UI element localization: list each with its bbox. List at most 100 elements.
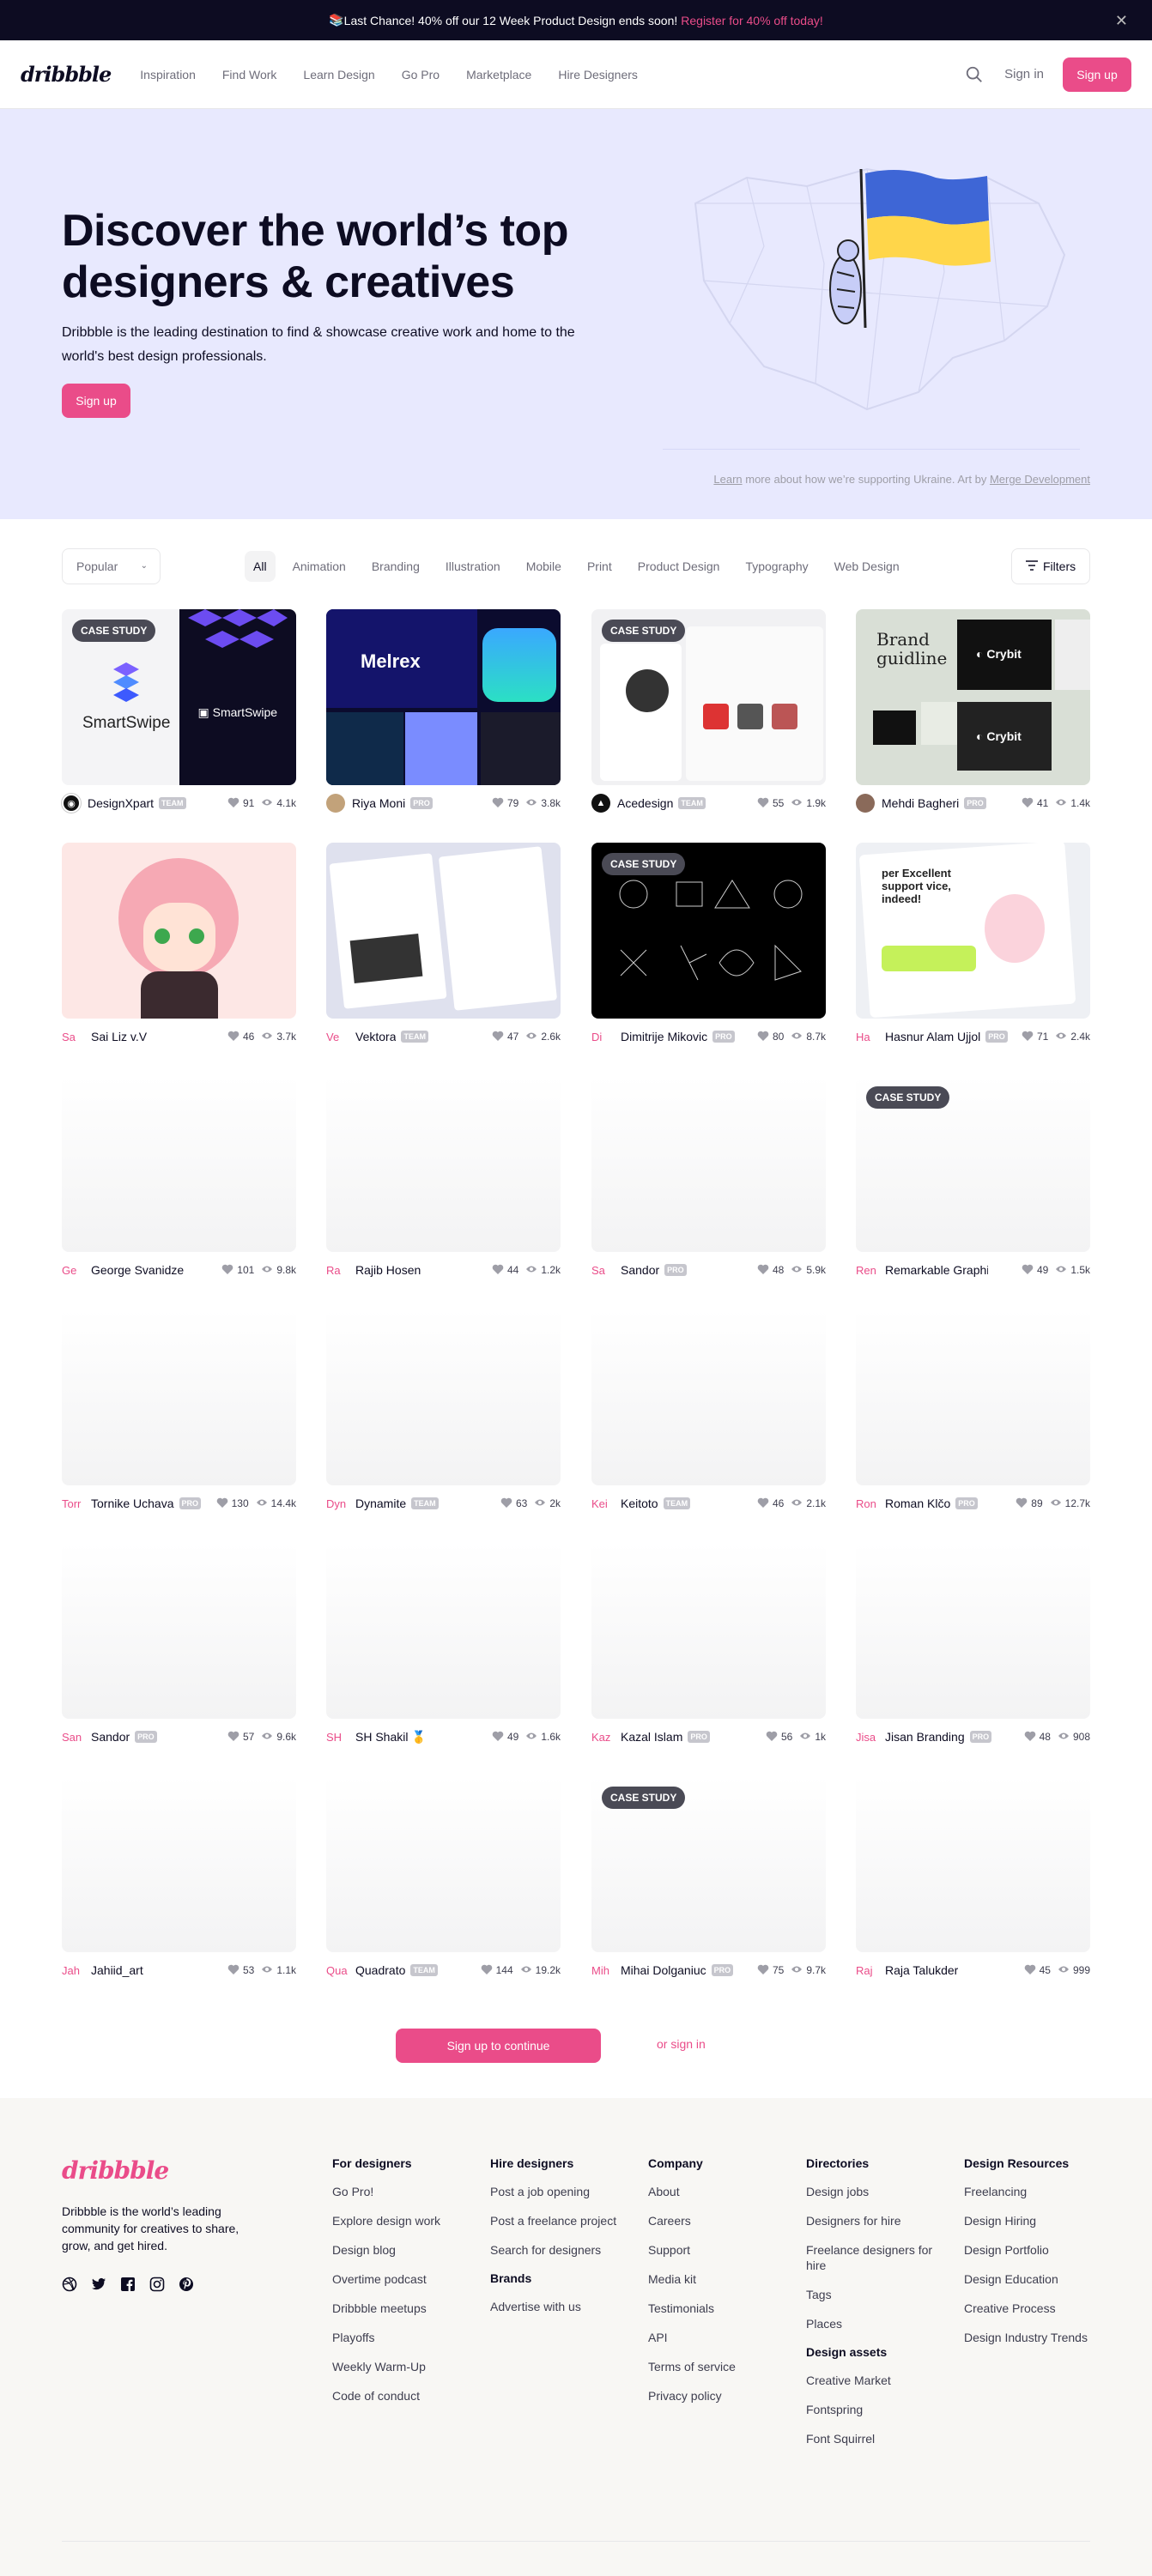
twitter-icon[interactable] (91, 2277, 106, 2292)
shot-thumbnail[interactable]: CASE STUDY (591, 1776, 826, 1952)
footer-link[interactable]: Media kit (648, 2271, 794, 2287)
merge-development-link[interactable]: Merge Development (990, 473, 1090, 486)
tab-mobile[interactable]: Mobile (518, 551, 570, 582)
heart-icon[interactable] (221, 1264, 233, 1277)
author-name[interactable]: Jahiid_art (91, 1963, 143, 1977)
shot-thumbnail[interactable]: per Excellent support vice, indeed! (856, 843, 1090, 1019)
pinterest-icon[interactable] (179, 2277, 194, 2292)
avatar-initials[interactable]: Mih (591, 1961, 614, 1980)
author-name[interactable]: Tornike Uchava (91, 1497, 174, 1510)
heart-icon[interactable] (481, 1964, 493, 1977)
search-icon[interactable] (965, 65, 984, 84)
avatar-initials[interactable]: Sa (62, 1027, 84, 1046)
shot-card[interactable]: Ra Rajib Hosen 44 1.2k (326, 1076, 561, 1285)
shot-thumbnail[interactable] (591, 1309, 826, 1485)
author-name[interactable]: Acedesign (617, 796, 673, 810)
shot-thumbnail[interactable]: CASE STUDY (591, 843, 826, 1019)
tab-branding[interactable]: Branding (363, 551, 428, 582)
footer-link[interactable]: Advertise with us (490, 2299, 636, 2314)
shot-thumbnail[interactable]: Melrex (326, 609, 561, 785)
nav-link-find-work[interactable]: Find Work (222, 68, 277, 82)
shot-card[interactable]: Sa Sandor PRO 48 5.9k (591, 1076, 826, 1285)
footer-link[interactable]: Explore design work (332, 2213, 478, 2228)
sign-up-button[interactable]: Sign up (1063, 57, 1131, 92)
tab-web-design[interactable]: Web Design (826, 551, 908, 582)
tab-animation[interactable]: Animation (284, 551, 355, 582)
author-name[interactable]: Kazal Islam (621, 1730, 682, 1744)
heart-icon[interactable] (1022, 797, 1034, 810)
shot-card[interactable]: Qua Quadrato TEAM 144 19.2k (326, 1776, 561, 1985)
sign-up-to-continue-button[interactable]: Sign up to continue (396, 2029, 601, 2063)
author-name[interactable]: Dimitrije Mikovic (621, 1030, 707, 1043)
footer-link[interactable]: Testimonials (648, 2301, 794, 2316)
author-name[interactable]: Quadrato (355, 1963, 405, 1977)
shot-card[interactable]: CASE STUDY Mih Mihai Dolganiuc PRO 75 9.7k (591, 1776, 826, 1985)
footer-link[interactable]: Creative Market (806, 2373, 952, 2388)
avatar-initials[interactable]: Ve (326, 1027, 349, 1046)
shot-thumbnail[interactable] (856, 1543, 1090, 1719)
shot-thumbnail[interactable] (326, 1543, 561, 1719)
heart-icon[interactable] (492, 797, 504, 810)
shot-thumbnail[interactable] (62, 1309, 296, 1485)
nav-link-learn-design[interactable]: Learn Design (303, 68, 374, 82)
author-name[interactable]: Roman Klčo (885, 1497, 950, 1510)
footer-link[interactable]: API (648, 2330, 794, 2345)
author-name[interactable]: Mihai Dolganiuc (621, 1963, 706, 1977)
heart-icon[interactable] (1024, 1731, 1036, 1744)
shot-thumbnail[interactable] (326, 1309, 561, 1485)
footer-link[interactable]: Designers for hire (806, 2213, 952, 2228)
author-name[interactable]: George Svanidze (91, 1263, 184, 1277)
avatar-initials[interactable]: Ha (856, 1027, 878, 1046)
shot-card[interactable]: CASE STUDY ▲ Acedesign TEAM 55 1.9k (591, 609, 826, 818)
sort-select[interactable]: Popular ⌄ (62, 548, 161, 584)
heart-icon[interactable] (227, 1031, 239, 1043)
footer-link[interactable]: Weekly Warm-Up (332, 2359, 478, 2374)
avatar-initials[interactable]: Ron (856, 1494, 878, 1513)
shot-card[interactable]: Brand guidline ◐ Crybit ◐ Crybit Mehdi Bag… (856, 609, 1090, 818)
instagram-icon[interactable] (149, 2277, 165, 2292)
avatar-initials[interactable]: Dyn (326, 1494, 349, 1513)
heart-icon[interactable] (216, 1497, 228, 1510)
author-name[interactable]: DesignXpart (88, 796, 154, 810)
author-name[interactable]: Vektora (355, 1030, 396, 1043)
author-name[interactable]: Raja Talukder (885, 1963, 958, 1977)
shot-card[interactable]: Melrex Riya Moni PRO 79 3.8k (326, 609, 561, 818)
author-name[interactable]: Mehdi Bagheri (882, 796, 959, 810)
nav-link-inspiration[interactable]: Inspiration (140, 68, 196, 82)
author-name[interactable]: SH Shakil 🥇 (355, 1730, 427, 1745)
footer-link[interactable]: Freelancing (964, 2184, 1110, 2199)
author-name[interactable]: Sai Liz v.V (91, 1030, 147, 1043)
avatar-initials[interactable]: Ra (326, 1261, 349, 1279)
shot-thumbnail[interactable] (326, 1076, 561, 1252)
shot-card[interactable]: Kaz Kazal Islam PRO 56 1k (591, 1543, 826, 1751)
facebook-icon[interactable] (120, 2277, 136, 2292)
shot-thumbnail[interactable]: CASE STUDY (591, 609, 826, 785)
author-name[interactable]: Riya Moni (352, 796, 405, 810)
avatar-initials[interactable]: San (62, 1727, 84, 1746)
avatar-initials[interactable]: Torr (62, 1494, 84, 1513)
author-name[interactable]: Hasnur Alam Ujjol (885, 1030, 980, 1043)
avatar-initials[interactable]: Qua (326, 1961, 349, 1980)
shot-card[interactable]: San Sandor PRO 57 9.6k (62, 1543, 296, 1751)
footer-link[interactable]: Freelance designers for hire (806, 2242, 952, 2273)
learn-link[interactable]: Learn (713, 473, 742, 486)
shot-card[interactable]: CASE STUDY SmartSwipe ▣ SmartSwipe ◉ Design… (62, 609, 296, 818)
footer-link[interactable]: Code of conduct (332, 2388, 478, 2404)
filters-button[interactable]: Filters (1011, 548, 1090, 584)
nav-link-go-pro[interactable]: Go Pro (402, 68, 440, 82)
footer-link[interactable]: Creative Process (964, 2301, 1110, 2316)
footer-logo[interactable]: dribbble (62, 2156, 169, 2185)
avatar-initials[interactable]: Kei (591, 1494, 614, 1513)
heart-icon[interactable] (757, 797, 769, 810)
dribbble-logo[interactable]: dribbble (21, 62, 112, 87)
author-name[interactable]: Keitoto (621, 1497, 658, 1510)
nav-link-hire-designers[interactable]: Hire Designers (558, 68, 638, 82)
avatar[interactable] (856, 794, 875, 813)
heart-icon[interactable] (492, 1031, 504, 1043)
tab-product-design[interactable]: Product Design (629, 551, 729, 582)
footer-link[interactable]: Font Squirrel (806, 2431, 952, 2446)
shot-card[interactable]: SH SH Shakil 🥇 49 1.6k (326, 1543, 561, 1751)
heart-icon[interactable] (757, 1497, 769, 1510)
or-sign-in-link[interactable]: or sign in (657, 2037, 706, 2051)
heart-icon[interactable] (500, 1497, 512, 1510)
